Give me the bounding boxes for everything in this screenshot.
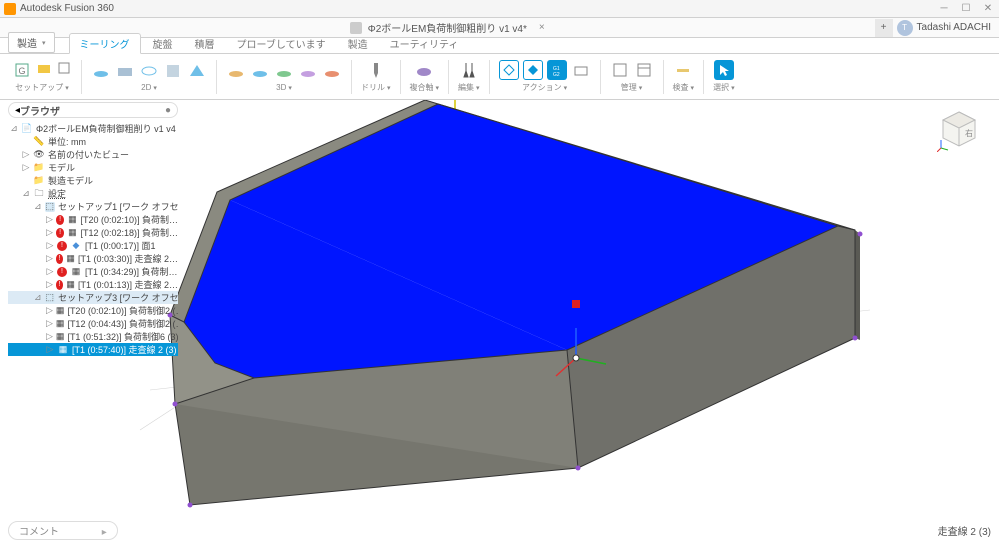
tab-fabrication[interactable]: 製造 xyxy=(338,34,378,53)
setup-label[interactable]: セットアップ xyxy=(15,82,69,93)
3d-icon-2[interactable] xyxy=(250,61,270,81)
ribbon-group-multiaxis: 複合軸 xyxy=(404,60,446,93)
username[interactable]: Tadashi ADACHI xyxy=(917,22,991,33)
3d-icon-4[interactable] xyxy=(298,61,318,81)
ribbon-group-manage: 管理 xyxy=(604,60,660,93)
tab-additive[interactable]: 積層 xyxy=(185,34,225,53)
2d-icon-2[interactable] xyxy=(115,61,135,81)
browser-panel: ◂ ブラウザ ● ⊿📄Φ2ボールEM負荷制御粗削り v1 v4 📏単位: mm … xyxy=(8,102,178,356)
drill-icon[interactable] xyxy=(366,60,386,80)
tree-setups[interactable]: ⊿🗀設定 xyxy=(8,187,178,200)
tree-op[interactable]: ▷!▦[T1 (0:01:13)] 走査線 2… xyxy=(8,278,178,291)
tree-op[interactable]: ▷!▦[T12 (0:02:18)] 負荷制… xyxy=(8,226,178,239)
app-title: Autodesk Fusion 360 xyxy=(20,3,114,14)
window-maximize[interactable]: ☐ xyxy=(959,3,973,15)
multiaxis-icon[interactable] xyxy=(414,60,434,80)
setup-icon[interactable]: G xyxy=(12,60,32,80)
window-close[interactable]: ✕ xyxy=(981,3,995,15)
actions-label[interactable]: アクション xyxy=(522,82,567,93)
tree-op[interactable]: ▷▦[T12 (0:04:43)] 負荷制御2 (… xyxy=(8,317,178,330)
tab-utilities[interactable]: ユーティリティ xyxy=(380,34,469,53)
ribbon-group-inspect: 検査 xyxy=(667,60,701,93)
select-icon[interactable] xyxy=(714,60,734,80)
2d-label[interactable]: 2D xyxy=(141,83,157,92)
window-minimize[interactable]: ─ xyxy=(937,3,951,15)
3d-icon-5[interactable] xyxy=(322,61,342,81)
browser-tree: ⊿📄Φ2ボールEM負荷制御粗削り v1 v4 📏単位: mm ▷👁名前の付いたビ… xyxy=(8,122,178,356)
tab-probing[interactable]: プローブしています xyxy=(227,34,336,53)
workspace-selector[interactable]: 製造 xyxy=(8,32,55,53)
ribbon-group-3d: 3D xyxy=(220,61,348,92)
3d-icon-1[interactable] xyxy=(226,61,246,81)
manage-label[interactable]: 管理 xyxy=(621,82,643,93)
2d-icon-1[interactable] xyxy=(91,61,111,81)
tree-op[interactable]: ▷▦[T20 (0:02:10)] 負荷制御2 (… xyxy=(8,304,178,317)
ribbon: G セットアップ 2D 3D ドリル xyxy=(0,54,999,100)
profile-icon[interactable]: T xyxy=(897,20,913,36)
browser-title: ブラウザ xyxy=(20,103,165,118)
drill-label[interactable]: ドリル xyxy=(361,82,391,93)
3d-icon-3[interactable] xyxy=(274,61,294,81)
ribbon-group-drill: ドリル xyxy=(355,60,397,93)
tree-op[interactable]: ▷!▦[T20 (0:02:10)] 負荷制… xyxy=(8,213,178,226)
svg-text:右: 右 xyxy=(965,128,973,138)
action-icon-3[interactable]: G1G2 xyxy=(547,60,567,80)
tree-setup3[interactable]: ⊿⬚セットアップ3 [ワーク オフセット →…⊕ xyxy=(8,291,178,304)
app-icon xyxy=(4,3,16,15)
svg-text:G2: G2 xyxy=(553,72,560,78)
manage-icon-1[interactable] xyxy=(610,60,630,80)
action-icon-2[interactable] xyxy=(523,60,543,80)
tab-milling[interactable]: ミーリング xyxy=(69,33,141,54)
tree-op[interactable]: ▷!◆[T1 (0:00:17)] 面1 xyxy=(8,239,178,252)
titlebar: Autodesk Fusion 360 ─ ☐ ✕ xyxy=(0,0,999,18)
doc-close[interactable]: × xyxy=(539,22,545,33)
viewcube[interactable]: 右 xyxy=(937,108,981,152)
select-label[interactable]: 選択 xyxy=(713,82,735,93)
ribbon-group-setup: G セットアップ xyxy=(6,60,78,93)
multiaxis-label[interactable]: 複合軸 xyxy=(410,82,440,93)
2d-icon-4[interactable] xyxy=(163,61,183,81)
doc-title: Φ2ボールEM負荷制御粗削り v1 v4* xyxy=(368,20,527,35)
tab-turning[interactable]: 旋盤 xyxy=(143,34,183,53)
edit-icon[interactable] xyxy=(459,60,479,80)
inspect-icon[interactable] xyxy=(673,60,693,80)
tree-units[interactable]: 📏単位: mm xyxy=(8,135,178,148)
tree-root[interactable]: ⊿📄Φ2ボールEM負荷制御粗削り v1 v4 xyxy=(8,122,178,135)
tree-named-views[interactable]: ▷👁名前の付いたビュー xyxy=(8,148,178,161)
footer: コメント ▸ 走査線 2 (3) xyxy=(0,519,999,541)
ribbon-group-edit: 編集 xyxy=(452,60,486,93)
2d-icon-3[interactable] xyxy=(139,61,159,81)
tree-setup1[interactable]: ⊿⬚セットアップ1 [ワーク オフセット →既… xyxy=(8,200,178,213)
action-icon-4[interactable] xyxy=(571,60,591,80)
tree-op[interactable]: ▷!▦[T1 (0:03:30)] 走査線 2… xyxy=(8,252,178,265)
tree-op[interactable]: ▷▦[T1 (0:51:32)] 負荷制御6 (3) xyxy=(8,330,178,343)
browser-header[interactable]: ◂ ブラウザ ● xyxy=(8,102,178,118)
manage-icon-2[interactable] xyxy=(634,60,654,80)
tree-op-selected[interactable]: ▷▦[T1 (0:57:40)] 走査線 2 (3) xyxy=(8,343,178,356)
menu-tabs: 製造 ミーリング 旋盤 積層 プローブしています 製造 ユーティリティ xyxy=(0,38,999,54)
3d-label[interactable]: 3D xyxy=(276,83,292,92)
2d-icon-5[interactable] xyxy=(187,61,207,81)
tree-models[interactable]: ▷📁モデル xyxy=(8,161,178,174)
ribbon-group-2d: 2D xyxy=(85,61,213,92)
doc-icon xyxy=(350,22,362,34)
inspect-label[interactable]: 検査 xyxy=(673,82,695,93)
status-text: 走査線 2 (3) xyxy=(938,523,991,538)
tree-mfg-models[interactable]: 📁製造モデル xyxy=(8,174,178,187)
tree-op[interactable]: ▷!▦[T1 (0:34:29)] 負荷制… xyxy=(8,265,178,278)
setup-folder-icon[interactable] xyxy=(36,60,52,76)
svg-text:G: G xyxy=(18,66,25,76)
ribbon-group-actions: G1G2 アクション xyxy=(493,60,597,93)
doc-new-tab[interactable]: + xyxy=(875,19,893,37)
edit-label[interactable]: 編集 xyxy=(458,82,480,93)
comment-bar[interactable]: コメント ▸ xyxy=(8,521,118,540)
browser-pin-icon[interactable]: ● xyxy=(165,105,171,116)
setup-clip-icon[interactable] xyxy=(56,60,72,76)
ribbon-group-select: 選択 xyxy=(707,60,741,93)
action-icon-1[interactable] xyxy=(499,60,519,80)
